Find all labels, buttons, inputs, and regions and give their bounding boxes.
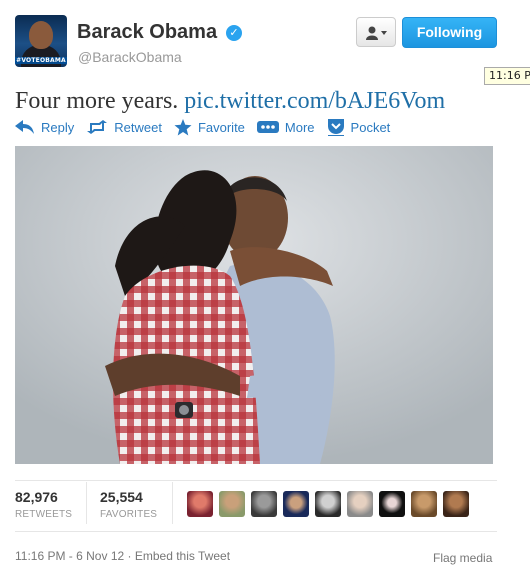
- user-dropdown-icon: [366, 26, 387, 40]
- embed-tweet-link[interactable]: Embed this Tweet: [135, 549, 230, 563]
- stats-separator: [172, 482, 173, 524]
- more-label: More: [284, 119, 315, 135]
- favoriter-avatar[interactable]: [251, 491, 277, 517]
- meta-separator: ·: [127, 549, 135, 563]
- user-actions-button[interactable]: [356, 17, 396, 47]
- retweet-icon: [87, 120, 108, 134]
- tweet-actions: Reply Retweet Favorite More Pocket: [15, 118, 402, 136]
- favoriter-avatar[interactable]: [443, 491, 469, 517]
- tweet-footer-meta: 11:16 PM - 6 Nov 12 · Embed this Tweet: [15, 549, 230, 563]
- timestamp-tooltip: 11:16 P: [484, 67, 530, 85]
- favoriter-avatar[interactable]: [219, 491, 245, 517]
- favoriter-avatars: [187, 491, 475, 517]
- tweet-header: #VOTEOBAMA Barack Obama ✓ @BarackObama F…: [15, 15, 515, 70]
- avatar-tag: #VOTEOBAMA: [15, 57, 67, 64]
- reply-button[interactable]: Reply: [15, 120, 74, 135]
- tweet-text: Four more years. pic.twitter.com/bAJE6Vo…: [15, 88, 445, 115]
- verified-icon: ✓: [226, 25, 242, 41]
- favoriter-avatar[interactable]: [187, 491, 213, 517]
- more-button[interactable]: More: [256, 119, 315, 135]
- favorite-label: Favorite: [197, 119, 245, 135]
- tweet-media-link[interactable]: pic.twitter.com/bAJE6Vom: [184, 88, 445, 114]
- stats-separator: [86, 482, 87, 524]
- favoriter-avatar[interactable]: [315, 491, 341, 517]
- flag-media-link[interactable]: Flag media: [433, 551, 492, 565]
- pocket-icon: [327, 119, 344, 136]
- author-name[interactable]: Barack Obama: [77, 21, 217, 44]
- retweets-stat[interactable]: 82,976 RETWEETS: [15, 489, 72, 520]
- reply-icon: [15, 120, 34, 134]
- stats-top-divider: [15, 480, 497, 481]
- favorites-stat[interactable]: 25,554 FAVORITES: [100, 489, 157, 520]
- pocket-button[interactable]: Pocket: [327, 118, 391, 136]
- favorite-button[interactable]: Favorite: [174, 118, 245, 136]
- favorites-label: FAVORITES: [100, 509, 158, 520]
- embrace-photo-illustration: [15, 146, 493, 464]
- retweet-label: Retweet: [114, 119, 162, 135]
- tweet-timestamp[interactable]: 11:16 PM - 6 Nov 12: [15, 549, 124, 563]
- author-handle[interactable]: @BarackObama: [78, 49, 182, 65]
- tweet-photo[interactable]: [15, 146, 493, 464]
- following-button[interactable]: Following: [402, 17, 497, 48]
- favoriter-avatar[interactable]: [347, 491, 373, 517]
- favoriter-avatar[interactable]: [411, 491, 437, 517]
- pocket-label: Pocket: [350, 119, 391, 135]
- retweets-count: 82,976: [15, 489, 58, 505]
- retweet-button[interactable]: Retweet: [86, 120, 162, 135]
- star-icon: [174, 118, 192, 135]
- retweets-label: RETWEETS: [15, 509, 73, 520]
- reply-label: Reply: [41, 119, 75, 135]
- more-icon: [256, 121, 279, 133]
- tweet-body: Four more years.: [15, 88, 179, 114]
- stats-bottom-divider: [15, 531, 497, 532]
- favorites-count: 25,554: [100, 489, 143, 505]
- favoriter-avatar[interactable]: [283, 491, 309, 517]
- favoriter-avatar[interactable]: [379, 491, 405, 517]
- author-avatar[interactable]: #VOTEOBAMA: [15, 15, 67, 67]
